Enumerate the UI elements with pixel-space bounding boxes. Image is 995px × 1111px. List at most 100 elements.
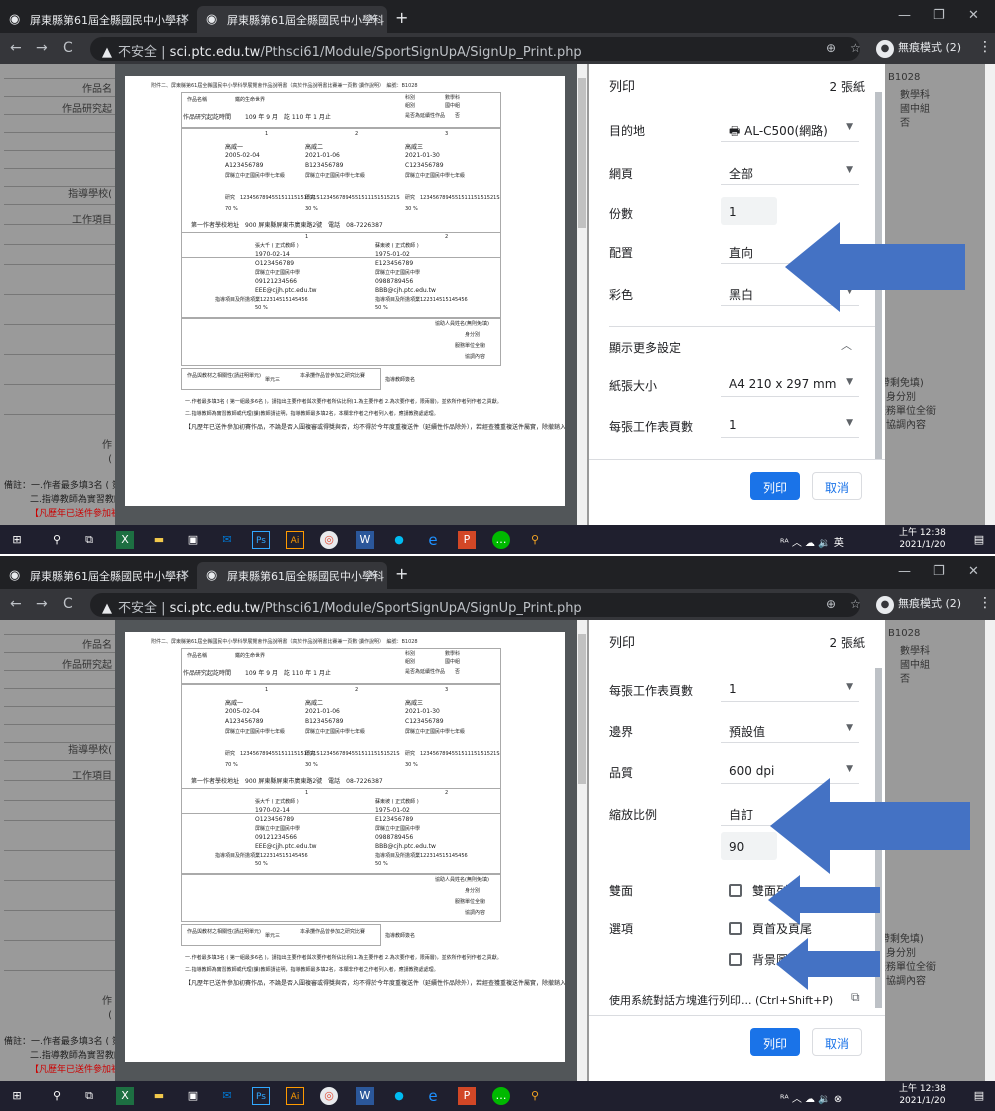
pages-select[interactable]: 全部 ▼ (721, 157, 859, 185)
preview-scrollbar[interactable] (577, 620, 587, 1081)
edge-icon[interactable]: ● (390, 1087, 408, 1105)
preview-scrollbar[interactable] (577, 64, 587, 525)
file-explorer-icon[interactable]: ▬ (150, 531, 168, 549)
new-tab-button[interactable]: + (395, 8, 408, 27)
windows-start-icon[interactable]: ⊞ (8, 531, 26, 549)
search-icon[interactable]: ⚲ (48, 531, 66, 549)
scale-select[interactable]: 自訂 ▼ (721, 798, 859, 826)
incognito-badge[interactable]: ● 無痕模式 (2) (876, 595, 961, 614)
ie-icon[interactable]: e (424, 531, 442, 549)
photoshop-icon[interactable]: Ps (252, 531, 270, 549)
star-icon[interactable]: ☆ (850, 41, 861, 55)
chrome-icon[interactable]: ◎ (320, 531, 338, 549)
pages-per-sheet-select[interactable]: 1 ▼ (721, 410, 859, 438)
layout-select[interactable]: 直向 ▼ (721, 236, 859, 264)
more-settings-row[interactable]: 顯示更多設定 ︿ (609, 326, 879, 356)
clock[interactable]: 上午 12:38 2021/1/20 (899, 1083, 946, 1107)
powerpoint-icon[interactable]: P (458, 1087, 476, 1105)
panel-scrollbar[interactable] (873, 82, 883, 472)
tab-2[interactable]: ◉ 屏東縣第61屆全縣國民中小學科 ✕ (197, 562, 387, 589)
new-tab-button[interactable]: + (395, 564, 408, 583)
windows-start-icon[interactable]: ⊞ (8, 1087, 26, 1105)
copies-input[interactable]: 1 (721, 197, 777, 225)
preview-page[interactable]: 附件二、屏東縣第61屆全縣國民中小學科學展覽會作品說明書（高於作品說明書比賽兼一… (125, 632, 565, 1062)
panel-scrollbar[interactable] (873, 638, 883, 1028)
forward-icon[interactable]: → (36, 40, 48, 56)
ie-icon[interactable]: e (424, 1087, 442, 1105)
reload-icon[interactable]: C (63, 40, 73, 56)
back-icon[interactable]: ← (10, 40, 22, 56)
restore-icon[interactable]: ❐ (933, 8, 945, 23)
headers-footers-checkbox[interactable]: 頁首及頁尾 (721, 912, 859, 940)
preview-page[interactable]: 附件二、屏東縣第61屆全縣國民中小學科學展覽會作品說明書（高於作品說明書比賽兼一… (125, 76, 565, 506)
close-window-icon[interactable]: ✕ (968, 564, 979, 579)
search-icon[interactable]: ⚲ (48, 1087, 66, 1105)
line-icon[interactable]: … (492, 1087, 510, 1105)
print-button[interactable]: 列印 (750, 1028, 800, 1056)
address-bar[interactable]: ▲ 不安全 | sci.ptc.edu.tw/Pthsci61/Module/Sp… (90, 593, 860, 617)
back-icon[interactable]: ← (10, 596, 22, 612)
print-title: 列印 (609, 80, 636, 95)
tab-1[interactable]: ◉ 屏東縣第61屆全縣國民中小學科 ✕ (0, 6, 200, 33)
illustrator-icon[interactable]: Ai (286, 531, 304, 549)
close-tab-icon[interactable]: ✕ (180, 567, 190, 581)
photoshop-icon[interactable]: Ps (252, 1087, 270, 1105)
close-tab-icon[interactable]: ✕ (180, 11, 190, 25)
excel-icon[interactable]: X (116, 531, 134, 549)
forward-icon[interactable]: → (36, 596, 48, 612)
word-icon[interactable]: W (356, 531, 374, 549)
close-window-icon[interactable]: ✕ (968, 8, 979, 23)
file-explorer-icon[interactable]: ▬ (150, 1087, 168, 1105)
tab-2[interactable]: ◉ 屏東縣第61屆全縣國民中小學科 ✕ (197, 6, 387, 33)
powerpoint-icon[interactable]: P (458, 531, 476, 549)
cancel-button[interactable]: 取消 (812, 1028, 862, 1056)
clock[interactable]: 上午 12:38 2021/1/20 (899, 527, 946, 551)
zoom-icon[interactable]: ⊕ (826, 41, 836, 55)
page-scrollbar[interactable] (985, 64, 995, 525)
quality-select[interactable]: 600 dpi ▼ (721, 756, 859, 784)
mail-icon[interactable]: ✉ (218, 531, 236, 549)
chrome-icon[interactable]: ◎ (320, 1087, 338, 1105)
background-graphics-checkbox[interactable]: 背景圖形 (721, 943, 859, 971)
search-app-icon[interactable]: ⚲ (526, 531, 544, 549)
mail-icon[interactable]: ✉ (218, 1087, 236, 1105)
zoom-icon[interactable]: ⊕ (826, 597, 836, 611)
tray-icons[interactable]: ᴿᴬ ︿ ☁ 🔉 英 (780, 534, 844, 549)
notification-icon[interactable]: ▤ (970, 1087, 988, 1105)
print-button[interactable]: 列印 (750, 472, 800, 500)
restore-icon[interactable]: ❐ (933, 564, 945, 579)
address-bar[interactable]: ▲ 不安全 | sci.ptc.edu.tw/Pthsci61/Module/Sp… (90, 37, 860, 61)
duplex-checkbox[interactable]: 雙面列印 (721, 874, 859, 902)
close-tab-icon[interactable]: ✕ (367, 11, 377, 25)
pages-per-sheet-select[interactable]: 1 ▼ (721, 674, 859, 702)
paper-size-select[interactable]: A4 210 x 297 mm ▼ (721, 369, 859, 397)
store-icon[interactable]: ▣ (184, 531, 202, 549)
incognito-badge[interactable]: ● 無痕模式 (2) (876, 39, 961, 58)
search-app-icon[interactable]: ⚲ (526, 1087, 544, 1105)
cancel-button[interactable]: 取消 (812, 472, 862, 500)
minimize-icon[interactable]: — (898, 8, 911, 23)
line-icon[interactable]: … (492, 531, 510, 549)
destination-select[interactable]: 🖶 AL-C500(網路) ▼ (721, 114, 859, 142)
excel-icon[interactable]: X (116, 1087, 134, 1105)
illustrator-icon[interactable]: Ai (286, 1087, 304, 1105)
minimize-icon[interactable]: — (898, 564, 911, 579)
menu-icon[interactable]: ⋮ (978, 595, 992, 611)
task-view-icon[interactable]: ⧉ (80, 1087, 98, 1105)
close-tab-icon[interactable]: ✕ (367, 567, 377, 581)
scale-input[interactable]: 90 (721, 832, 777, 860)
tab-1[interactable]: ◉ 屏東縣第61屆全縣國民中小學科 ✕ (0, 562, 200, 589)
edge-icon[interactable]: ● (390, 531, 408, 549)
color-select[interactable]: 黑白 ▼ (721, 278, 859, 306)
margins-select[interactable]: 預設值 ▼ (721, 715, 859, 743)
store-icon[interactable]: ▣ (184, 1087, 202, 1105)
notification-icon[interactable]: ▤ (970, 531, 988, 549)
page-scrollbar[interactable] (985, 620, 995, 1081)
tray-icons[interactable]: ᴿᴬ ︿ ☁ 🔉 ⊗ (780, 1090, 842, 1105)
system-dialog-link[interactable]: 使用系統對話方塊進行列印... (Ctrl+Shift+P) ⧉ (609, 984, 871, 1014)
reload-icon[interactable]: C (63, 596, 73, 612)
star-icon[interactable]: ☆ (850, 597, 861, 611)
menu-icon[interactable]: ⋮ (978, 39, 992, 55)
word-icon[interactable]: W (356, 1087, 374, 1105)
task-view-icon[interactable]: ⧉ (80, 531, 98, 549)
